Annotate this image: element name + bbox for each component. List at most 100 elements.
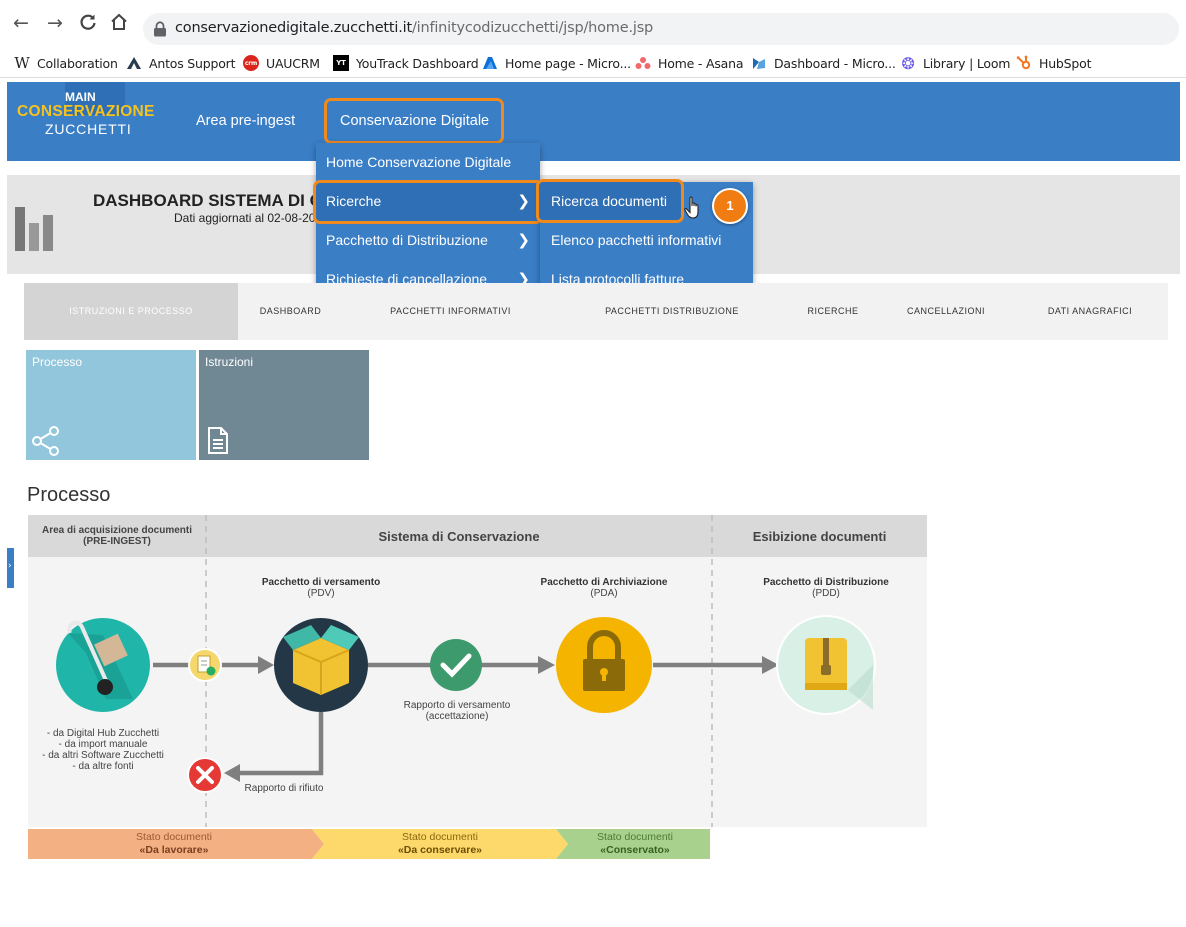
bookmarks-bar: W Collaboration Antos Support crm UAUCRM Y… xyxy=(0,48,1186,78)
home-icon[interactable] xyxy=(108,12,130,34)
tab-dashboard[interactable]: DASHBOARD xyxy=(238,283,343,340)
url-path: /infinitycodizucchetti/jsp/home.jsp xyxy=(411,20,654,36)
rapporto-accettazione: (accettazione) xyxy=(425,711,489,722)
status-label: Stato documenti xyxy=(597,831,673,843)
status-label: Stato documenti xyxy=(402,831,478,843)
lock-icon[interactable] xyxy=(153,21,167,37)
forward-icon[interactable]: → xyxy=(44,12,66,34)
bookmark-label: HubSpot xyxy=(1039,55,1092,71)
source-1: - da Digital Hub Zucchetti xyxy=(46,728,160,739)
home-glyph xyxy=(111,13,127,30)
bookmark-hubspot[interactable]: HubSpot xyxy=(1016,54,1091,72)
browser-toolbar: ← → conservazionedigitale.zucchetti.it/i… xyxy=(0,0,1186,46)
pda-title: Pacchetto di Archiviazione xyxy=(540,577,668,588)
tab-cancellazioni[interactable]: CANCELLAZIONI xyxy=(880,283,1012,340)
step-badge: 1 xyxy=(712,188,748,224)
bookmark-label: Dashboard - Micro... xyxy=(774,55,896,71)
bookmark-azure-home[interactable]: Home page - Micro... xyxy=(482,54,631,72)
dashboard-title: DASHBOARD SISTEMA DI C xyxy=(93,191,322,210)
bar-chart-icon xyxy=(15,207,53,251)
sidebar-toggle-handle[interactable]: › xyxy=(7,548,14,588)
bookmark-label: Collaboration xyxy=(37,55,118,71)
status-value: «Da lavorare» xyxy=(139,844,209,856)
document-icon xyxy=(208,427,228,454)
logo-conservazione-text: CONSERVAZIONE xyxy=(17,103,155,120)
submenu-item-label: Ricerca documenti xyxy=(551,193,667,209)
source-3: - da altri Software Zucchetti xyxy=(42,750,164,761)
bookmark-asana[interactable]: Home - Asana xyxy=(635,54,743,72)
bookmark-label: Home - Asana xyxy=(658,55,744,71)
bookmark-label: YouTrack Dashboard xyxy=(356,55,479,71)
tile-processo-label: Processo xyxy=(32,355,83,369)
process-diagram: Area di acquisizione documenti (PRE-INGE… xyxy=(28,515,927,827)
bookmark-label: Antos Support xyxy=(149,55,236,71)
bookmark-collaboration[interactable]: W Collaboration xyxy=(14,54,118,72)
dashboard-date: Dati aggiornati al 02-08-20 xyxy=(174,211,316,225)
tile-istruzioni-label: Istruzioni xyxy=(205,355,254,369)
tile-istruzioni[interactable]: Istruzioni xyxy=(199,350,369,460)
menu-item-label: Pacchetto di Distribuzione xyxy=(326,232,488,248)
menu-item-home-conservazione[interactable]: Home Conservazione Digitale xyxy=(316,143,540,182)
status-conservato: Stato documenti «Conservato» xyxy=(560,829,710,859)
bookmark-label: Home page - Micro... xyxy=(505,55,631,71)
logo-zucchetti-text: ZUCCHETTI xyxy=(45,121,132,137)
bookmark-label: UAUCRM xyxy=(266,55,320,71)
status-value: «Da conservare» xyxy=(397,844,483,856)
hubspot-icon xyxy=(1016,55,1032,71)
bookmark-dashboard-micro[interactable]: Dashboard - Micro... xyxy=(751,54,896,72)
conservazione-logo[interactable]: MAIN CONSERVAZIONE ZUCCHETTI xyxy=(17,82,157,161)
status-da-lavorare: Stato documenti «Da lavorare» xyxy=(28,829,320,859)
tab-pacchetti-informativi[interactable]: PACCHETTI INFORMATIVI xyxy=(343,283,558,340)
process-flow-graphic xyxy=(56,515,876,827)
chevron-right-icon: › xyxy=(8,561,12,571)
section-title-processo: Processo xyxy=(27,484,111,506)
share-nodes-icon xyxy=(32,426,59,456)
rapporto-versamento: Rapporto di versamento xyxy=(403,700,511,711)
pdv-title: Pacchetto di versamento xyxy=(261,577,381,588)
loom-icon: ❂ xyxy=(901,53,915,73)
address-bar[interactable]: conservazionedigitale.zucchetti.it/infin… xyxy=(143,13,1179,45)
bookmark-loom[interactable]: ❂ Library | Loom xyxy=(900,53,1010,73)
conservazione-dropdown-menu: Home Conservazione Digitale Ricerche ❯ Pa… xyxy=(313,143,543,299)
menu-item-pacchetto-distribuzione[interactable]: Pacchetto di Distribuzione ❯ xyxy=(316,221,540,260)
menu-item-label: Ricerche xyxy=(326,193,382,209)
tab-ricerche[interactable]: RICERCHE xyxy=(786,283,880,340)
wiki-w-icon: W xyxy=(14,54,30,72)
submenu-item-label: Elenco pacchetti informativi xyxy=(551,232,722,248)
tab-pacchetti-distribuzione[interactable]: PACCHETTI DISTRIBUZIONE xyxy=(558,283,786,340)
source-4: - da altre fonti xyxy=(72,761,134,772)
pdd-sub: (PDD) xyxy=(812,588,840,599)
tab-istruzioni-processo[interactable]: ISTRUZIONI E PROCESSO xyxy=(24,283,238,340)
rapporto-rifiuto: Rapporto di rifiuto xyxy=(244,783,324,794)
reload-icon[interactable] xyxy=(77,12,99,34)
status-bar: Stato documenti «Da lavorare» Stato docu… xyxy=(28,829,710,859)
status-da-conservare: Stato documenti «Da conservare» xyxy=(320,829,560,859)
status-value: «Conservato» xyxy=(600,844,670,856)
tabs-bar: ISTRUZIONI E PROCESSO DASHBOARD PACCHETT… xyxy=(24,283,1168,340)
crm-icon: crm xyxy=(243,55,259,71)
pdd-title: Pacchetto di Distribuzione xyxy=(763,577,889,588)
pdv-sub: (PDV) xyxy=(307,588,335,599)
chevron-right-icon: ❯ xyxy=(517,231,530,249)
menu-item-label: Home Conservazione Digitale xyxy=(326,154,512,170)
tab-dati-anagrafici[interactable]: DATI ANAGRAFICI xyxy=(1012,283,1168,340)
url-text[interactable]: conservazionedigitale.zucchetti.it/infin… xyxy=(175,20,653,36)
back-icon[interactable]: ← xyxy=(10,12,32,34)
menu-item-ricerche[interactable]: Ricerche ❯ xyxy=(316,182,540,221)
bookmark-youtrack[interactable]: YT YouTrack Dashboard xyxy=(333,54,479,72)
submenu-item-elenco-pacchetti[interactable]: Elenco pacchetti informativi xyxy=(540,221,753,260)
nav-area-preingest[interactable]: Area pre-ingest xyxy=(196,113,295,129)
chevron-right-icon: ❯ xyxy=(517,192,530,210)
status-label: Stato documenti xyxy=(136,831,212,843)
azure-icon xyxy=(482,55,498,71)
source-2: - da import manuale xyxy=(58,739,148,750)
nav-conservazione-digitale[interactable]: Conservazione Digitale xyxy=(340,113,489,129)
app-header: MAIN CONSERVAZIONE ZUCCHETTI Area pre-in… xyxy=(7,82,1180,161)
bookmark-uaucrm[interactable]: crm UAUCRM xyxy=(243,54,320,72)
bookmark-antos-support[interactable]: Antos Support xyxy=(126,54,236,72)
logo-main-text: MAIN xyxy=(65,90,96,104)
antos-a-icon xyxy=(126,55,142,71)
asana-icon xyxy=(635,55,651,71)
hand-pointer-icon xyxy=(684,196,699,219)
tile-processo[interactable]: Processo xyxy=(26,350,196,460)
